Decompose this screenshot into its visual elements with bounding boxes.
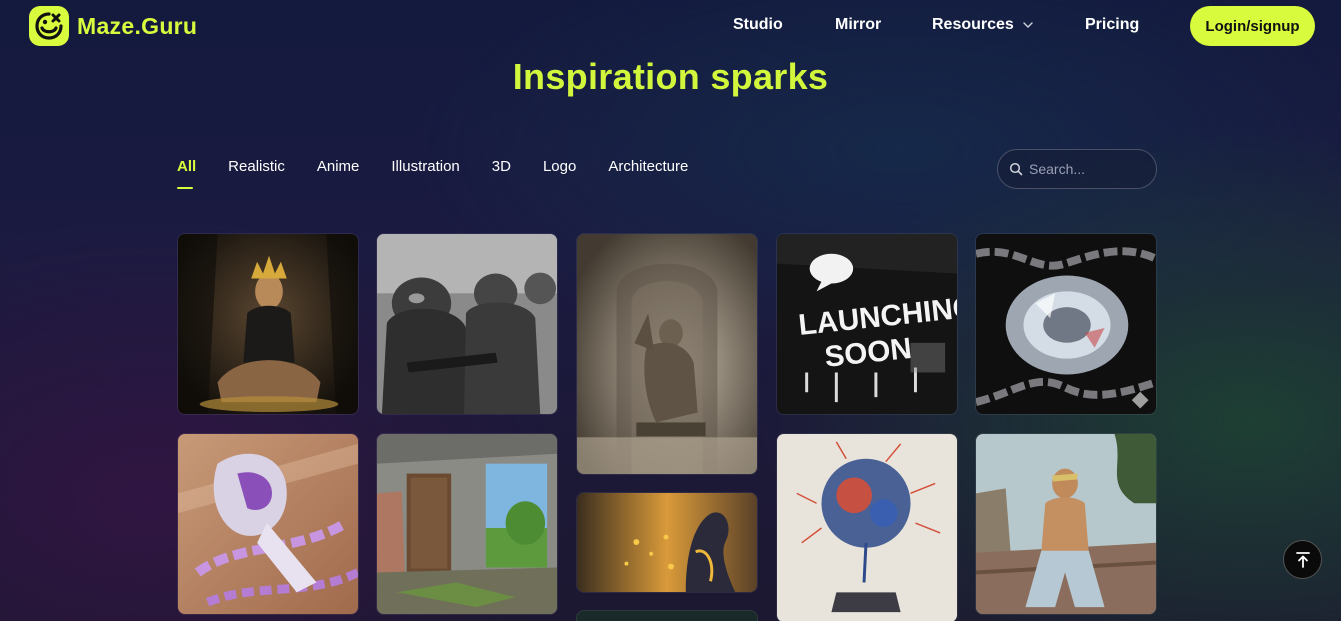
tab-anime[interactable]: Anime [317,158,360,189]
chevron-down-icon [1023,22,1033,28]
nav-resources-label: Resources [932,16,1014,33]
gallery-image-golden-crown-woman[interactable] [177,233,359,415]
arrow-up-to-line-icon [1295,551,1310,568]
gallery-image-man-on-car[interactable] [975,433,1157,615]
tab-3d[interactable]: 3D [492,158,511,189]
gallery-image-armored-soldiers[interactable] [376,233,558,415]
tab-architecture[interactable]: Architecture [608,158,688,189]
gallery-image-circuit-brain[interactable] [776,433,958,621]
gallery-image-stone-statue[interactable] [576,233,758,475]
search-input[interactable] [1029,161,1149,177]
brand-logo[interactable]: Maze.Guru [29,6,197,46]
tab-all[interactable]: All [177,158,196,189]
gallery-image-chain-robot[interactable] [177,433,359,615]
tab-illustration[interactable]: Illustration [391,158,459,189]
search-box [997,149,1157,189]
brand-name: Maze.Guru [77,12,198,39]
gallery-image-golden-silhouette[interactable] [576,492,758,593]
gallery-image-ruined-room-window[interactable] [376,433,558,615]
login-signup-button[interactable]: Login/signup [1190,6,1315,46]
smiley-logo-icon [29,6,69,46]
gallery-image-crystal-ring[interactable] [975,233,1157,415]
search-icon [1009,162,1023,176]
nav-resources[interactable]: Resources [932,16,1034,34]
nav-mirror[interactable]: Mirror [835,16,881,34]
gallery-image-partial[interactable] [576,610,758,621]
tab-logo[interactable]: Logo [543,158,576,189]
back-to-top-button[interactable] [1283,540,1322,579]
gallery-image-launching-soon[interactable]: LAUNCHING SOON [776,233,958,415]
tab-realistic[interactable]: Realistic [228,158,285,189]
category-tabs: All Realistic Anime Illustration 3D Logo… [177,158,720,189]
page-title: Inspiration sparks [512,56,829,97]
top-navigation: Maze.Guru Studio Mirror Resources Pricin… [0,0,1341,52]
nav-studio[interactable]: Studio [733,16,783,34]
nav-pricing[interactable]: Pricing [1085,16,1139,34]
